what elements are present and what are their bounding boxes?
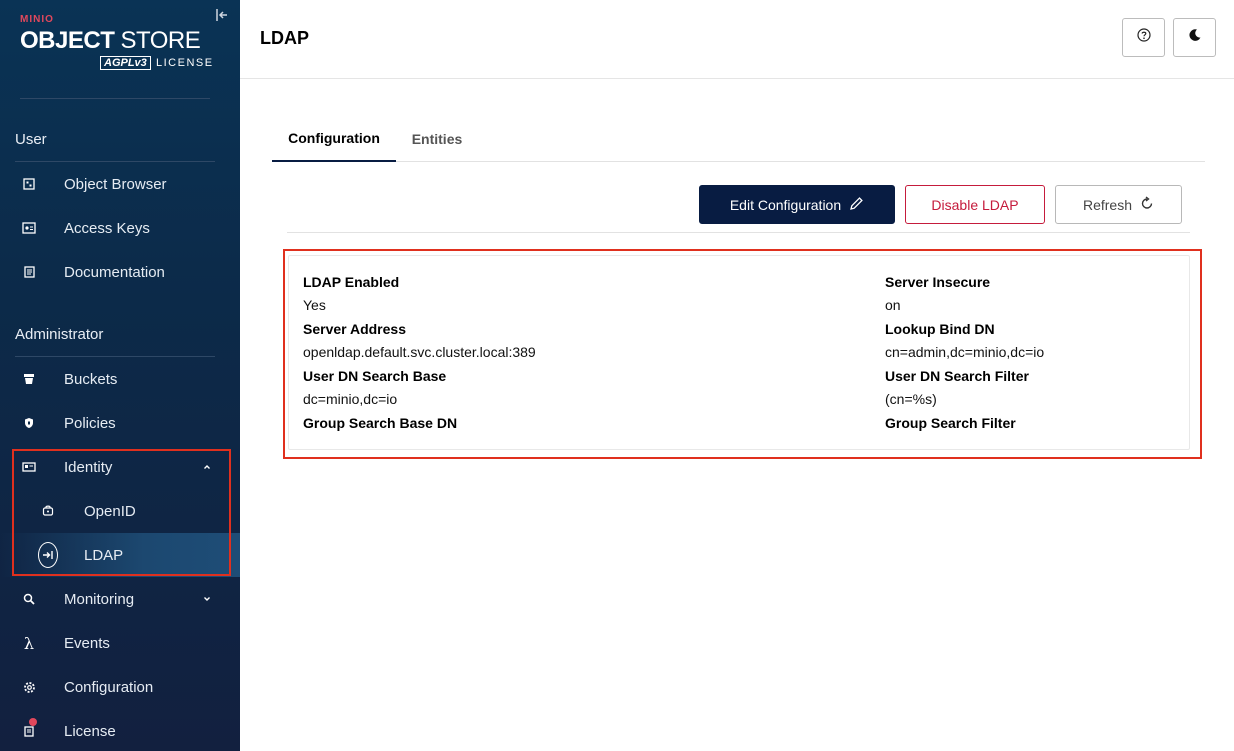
chevron-down-icon[interactable] <box>200 592 214 606</box>
sidebar-item-access-keys[interactable]: Access Keys <box>0 206 240 250</box>
sidebar: MINIO OBJECT STORE AGPLv3 LICENSE User O… <box>0 0 240 751</box>
sidebar-item-label: Buckets <box>64 370 118 388</box>
refresh-icon <box>1140 196 1154 213</box>
help-icon <box>1136 28 1151 47</box>
edit-configuration-button[interactable]: Edit Configuration <box>699 185 895 224</box>
sidebar-item-configuration[interactable]: Configuration <box>0 665 240 709</box>
sidebar-item-label: Documentation <box>64 263 165 281</box>
theme-toggle-button[interactable] <box>1173 18 1216 57</box>
logo-product: OBJECT STORE <box>20 27 201 54</box>
section-administrator: Administrator <box>15 326 104 343</box>
monitoring-icon <box>19 589 39 609</box>
logo-agpl-badge: AGPLv3 <box>100 56 151 70</box>
tab-bar: Configuration Entities <box>272 116 1205 162</box>
identity-group-highlight <box>12 449 231 576</box>
sidebar-item-label: Monitoring <box>64 590 135 608</box>
logo-vendor: MINIO <box>20 14 54 25</box>
minio-logo[interactable]: MINIO OBJECT STORE AGPLv3 LICENSE <box>20 14 220 76</box>
refresh-label: Refresh <box>1082 196 1133 213</box>
sidebar-item-license[interactable]: License <box>0 709 240 751</box>
policies-icon <box>19 413 39 433</box>
sidebar-item-label: Events <box>64 634 110 652</box>
sidebar-divider <box>20 98 210 99</box>
sidebar-item-policies[interactable]: Policies <box>0 401 240 445</box>
logo-license-text: LICENSE <box>156 57 214 69</box>
object-browser-icon <box>19 174 39 194</box>
sidebar-item-monitoring[interactable]: Monitoring <box>0 577 240 621</box>
help-button[interactable] <box>1122 18 1165 57</box>
edit-configuration-label: Edit Configuration <box>729 196 842 213</box>
events-icon: λ <box>23 633 35 653</box>
configuration-icon <box>19 677 39 697</box>
sidebar-item-label: Object Browser <box>64 175 167 193</box>
sidebar-item-label: Configuration <box>64 678 154 696</box>
page-title: LDAP <box>260 28 309 48</box>
buckets-icon <box>19 369 39 389</box>
license-icon <box>19 718 39 741</box>
section-user: User <box>15 131 47 148</box>
sidebar-item-label: License <box>64 722 116 740</box>
details-highlight <box>283 249 1202 459</box>
access-keys-icon <box>19 218 39 238</box>
refresh-button[interactable]: Refresh <box>1055 185 1182 224</box>
tab-configuration[interactable]: Configuration <box>272 116 396 162</box>
notification-dot <box>29 718 37 726</box>
tab-entities[interactable]: Entities <box>396 116 478 162</box>
collapse-sidebar-icon[interactable] <box>215 8 231 24</box>
disable-ldap-button[interactable]: Disable LDAP <box>905 185 1045 224</box>
actions-divider <box>287 232 1190 233</box>
page-header: LDAP <box>240 0 1234 79</box>
sidebar-item-label: Policies <box>64 414 116 432</box>
sidebar-item-label: Access Keys <box>64 219 150 237</box>
moon-icon <box>1188 28 1202 47</box>
documentation-icon <box>19 262 39 282</box>
sidebar-item-documentation[interactable]: Documentation <box>0 250 240 294</box>
sidebar-item-buckets[interactable]: Buckets <box>0 357 240 401</box>
sidebar-item-object-browser[interactable]: Object Browser <box>0 162 240 206</box>
pencil-icon <box>849 196 864 214</box>
sidebar-item-events[interactable]: λ Events <box>0 621 240 665</box>
